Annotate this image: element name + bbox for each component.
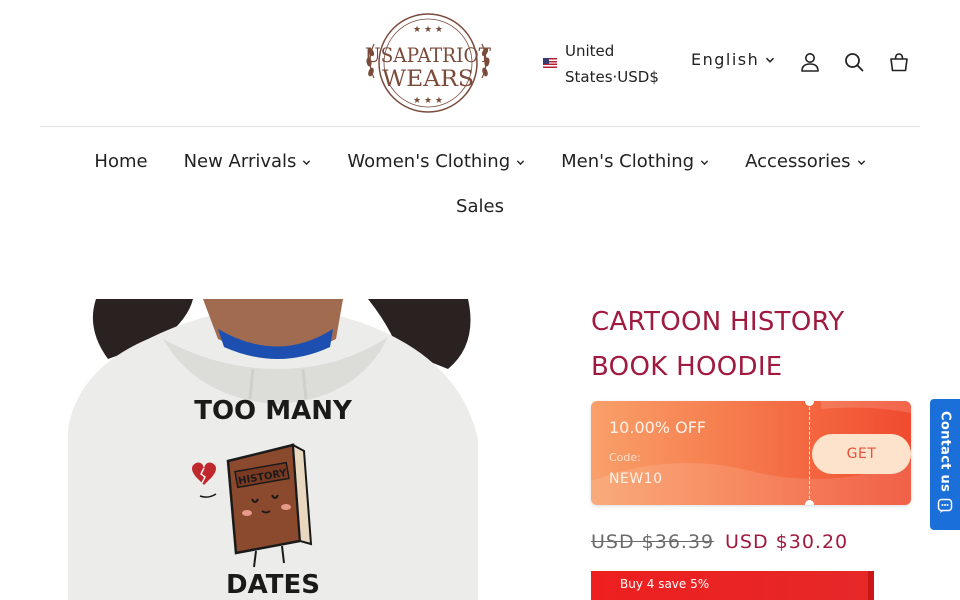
contact-us-tab[interactable]: Contact us [930,399,960,530]
product-image[interactable]: TOO MANY HISTORY DATES [68,299,478,600]
original-price: USD $36.39 [591,531,715,553]
chat-icon [937,498,953,518]
svg-text:★ ★ ★: ★ ★ ★ [413,25,443,35]
bundle-offer-banner[interactable]: Buy 4 save 5% [591,571,874,600]
language-selector[interactable]: English [691,50,775,69]
search-icon[interactable] [842,50,866,74]
coupon-code: NEW10 [609,471,663,487]
header-divider [40,126,920,127]
nav-item-label: Men's Clothing [561,150,695,172]
get-coupon-button[interactable]: GET [812,434,911,474]
nav-item-new-arrivals[interactable]: New Arrivals [184,151,312,172]
nav-item-mens-clothing[interactable]: Men's Clothing [561,151,709,172]
store-logo[interactable]: ★ ★ ★ ★ ★ ★ USAPATRIOT WEARS [352,12,504,114]
us-flag-icon [543,58,557,68]
nav-item-label: Accessories [745,150,851,172]
sale-price: USD $30.20 [725,531,849,553]
contact-label: Contact us [937,410,953,493]
chevron-down-icon [700,151,709,172]
chevron-down-icon [857,151,866,172]
chevron-down-icon [516,151,525,172]
print-text-bottom: DATES [226,570,320,600]
chevron-down-icon [765,50,775,69]
nav-item-womens-clothing[interactable]: Women's Clothing [347,151,525,172]
coupon-notch-bottom [805,500,814,505]
country-label: United States·USD$ [565,42,659,86]
print-text-top: TOO MANY [194,396,353,426]
nav-item-home[interactable]: Home [94,151,147,172]
nav-item-label: Home [94,150,148,172]
coupon-discount: 10.00% OFF [609,418,707,437]
nav-item-sales[interactable]: Sales [456,196,504,217]
chevron-down-icon [302,151,311,172]
nav-item-label: Women's Clothing [347,150,511,172]
product-title: CARTOON HISTORY BOOK HOODIE [591,307,845,382]
main-navigation: Home New Arrivals Women's Clothing Men's… [0,147,960,220]
nav-item-label: New Arrivals [183,150,297,172]
bundle-offer-text: Buy 4 save 5% [620,577,710,591]
coupon-card: 10.00% OFF Code: NEW10 GET [591,401,911,505]
nav-item-accessories[interactable]: Accessories [745,151,866,172]
coupon-code-label: Code: [609,451,641,464]
logo-line-2: WEARS [382,67,474,92]
svg-text:★ ★ ★: ★ ★ ★ [413,96,443,106]
country-selector[interactable]: United States·USD$ [543,38,675,90]
logo-line-1: USAPATRIOT [365,43,492,67]
language-label: English [691,50,760,69]
cart-icon[interactable] [887,50,911,74]
site-header: ★ ★ ★ ★ ★ ★ USAPATRIOT WEARS United Stat… [0,0,960,127]
coupon-divider [809,407,810,499]
nav-item-label: Sales [456,195,504,217]
account-icon[interactable] [798,50,822,74]
